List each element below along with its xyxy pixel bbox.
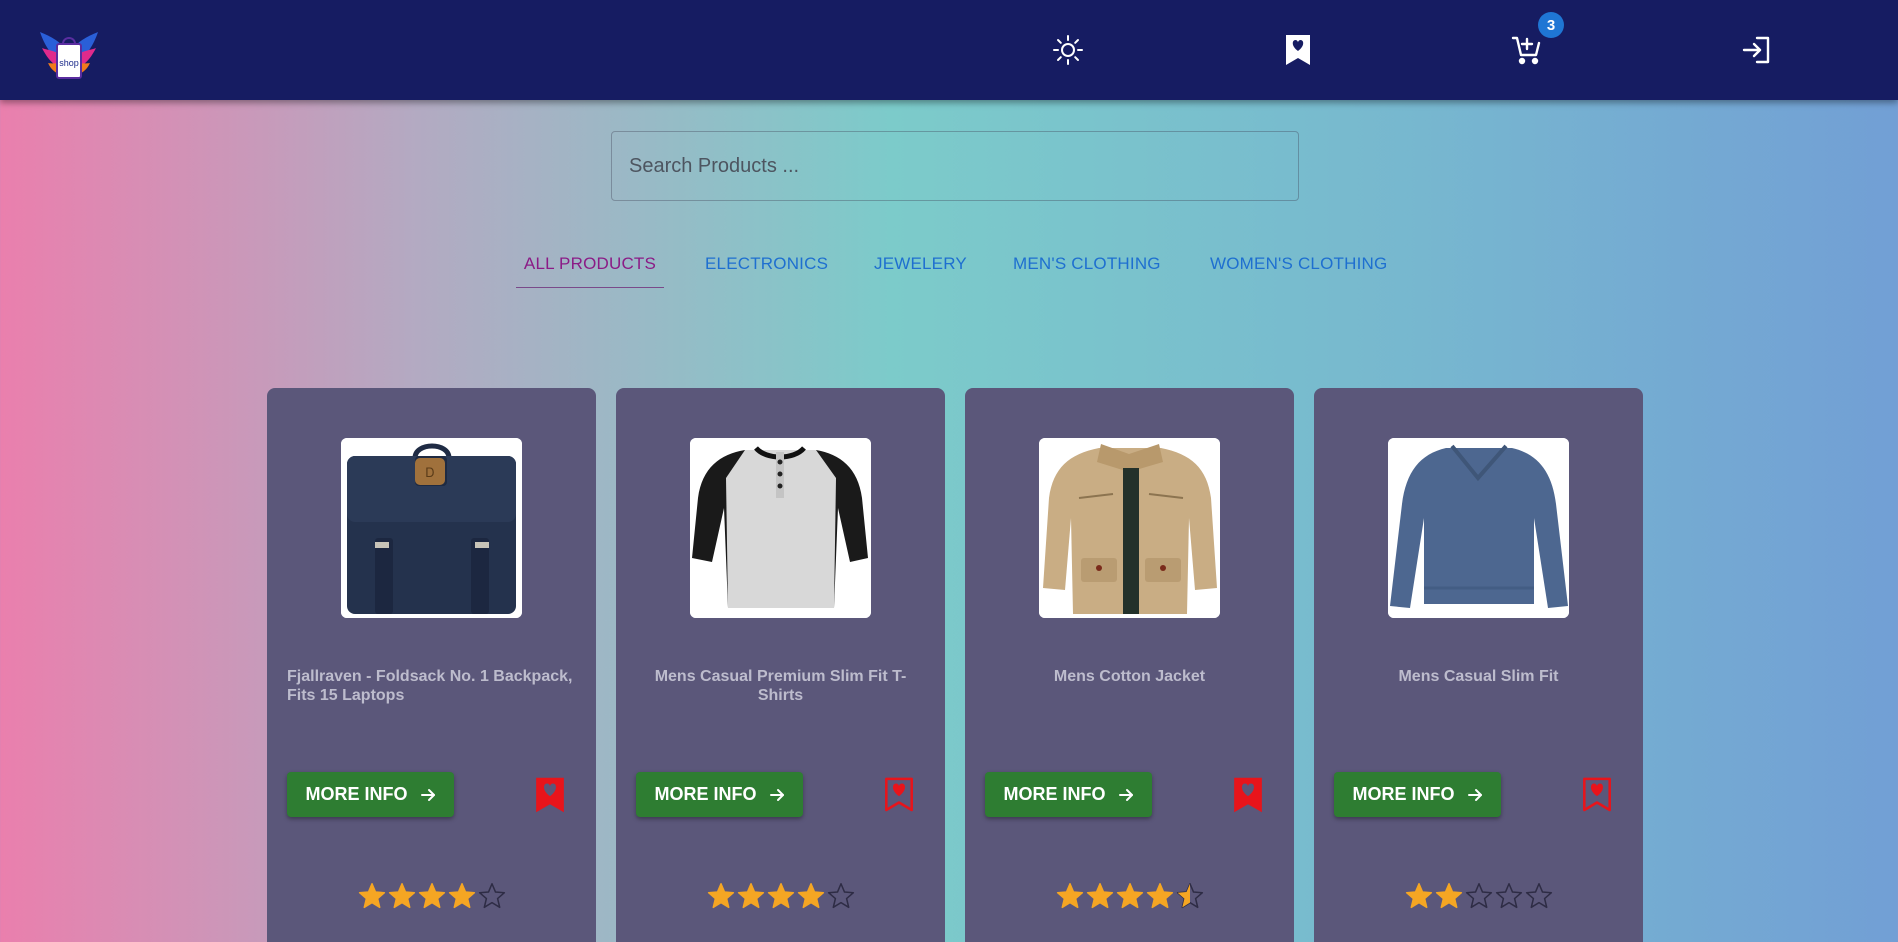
star-rating (616, 882, 945, 915)
search-input[interactable] (611, 131, 1299, 201)
product-title: Mens Casual Premium Slim Fit T-Shirts (654, 668, 907, 704)
svg-text:shop: shop (59, 58, 79, 68)
arrow-right-icon (1118, 788, 1133, 801)
star-filled-icon (707, 882, 734, 909)
star-filled-icon (358, 882, 385, 909)
cart-plus-icon (1511, 36, 1541, 65)
more-info-button[interactable]: MORE INFO (636, 772, 803, 817)
tab-electronics[interactable]: ELECTRONICS (705, 240, 828, 288)
top-app-bar: shop 3 (0, 0, 1898, 100)
tab-womens-clothing[interactable]: WOMEN'S CLOTHING (1210, 240, 1387, 288)
product-card: Mens Cotton Jacket MORE INFO (965, 388, 1294, 942)
more-info-button[interactable]: MORE INFO (287, 772, 454, 817)
star-empty-icon (1525, 882, 1552, 909)
star-rating (1314, 882, 1643, 915)
star-filled-icon (1056, 882, 1083, 909)
cart-button[interactable] (1509, 32, 1545, 68)
svg-text:Ꭰ: Ꭰ (426, 465, 435, 480)
product-image-backpack[interactable]: Ꭰ (341, 438, 522, 618)
star-filled-icon (767, 882, 794, 909)
star-filled-icon (1146, 882, 1173, 909)
bookmark-outline-icon[interactable] (1582, 776, 1612, 814)
product-image-tshirt[interactable] (690, 438, 871, 618)
star-filled-icon (388, 882, 415, 909)
product-image-jacket[interactable] (1039, 438, 1220, 618)
product-title: Mens Cotton Jacket (1053, 668, 1206, 685)
product-title: Fjallraven - Foldsack No. 1 Backpack, Fi… (287, 668, 573, 704)
product-title: Mens Casual Slim Fit (1398, 668, 1559, 685)
sun-icon (1053, 35, 1083, 65)
login-button[interactable] (1738, 32, 1774, 68)
star-filled-icon (797, 882, 824, 909)
star-filled-icon (737, 882, 764, 909)
bookmark-filled-icon[interactable] (1233, 776, 1263, 814)
more-info-label: MORE INFO (305, 784, 408, 804)
product-card: Mens Casual Slim Fit MORE INFO (1314, 388, 1643, 942)
shop-logo[interactable]: shop (38, 28, 100, 82)
star-half-icon (1176, 882, 1203, 909)
star-filled-icon (1405, 882, 1432, 909)
more-info-label: MORE INFO (654, 784, 757, 804)
star-filled-icon (1116, 882, 1143, 909)
star-empty-icon (827, 882, 854, 909)
tab-jewelery[interactable]: JEWELERY (874, 240, 967, 288)
product-image-shirt[interactable] (1388, 438, 1569, 618)
bookmark-heart-icon (1286, 35, 1310, 65)
product-card: Ꭰ Fjallraven - Foldsack No. 1 Backpack, … (267, 388, 596, 942)
category-tabs: ALL PRODUCTS ELECTRONICS JEWELERY MEN'S … (0, 240, 1898, 288)
theme-toggle-button[interactable] (1050, 32, 1086, 68)
more-info-label: MORE INFO (1003, 784, 1106, 804)
star-empty-icon (478, 882, 505, 909)
star-filled-icon (418, 882, 445, 909)
arrow-right-icon (420, 788, 435, 801)
login-icon (1742, 36, 1770, 64)
arrow-right-icon (1467, 788, 1482, 801)
bookmark-outline-icon[interactable] (884, 776, 914, 814)
more-info-label: MORE INFO (1352, 784, 1455, 804)
star-rating (267, 882, 596, 915)
bookmark-filled-icon[interactable] (535, 776, 565, 814)
bookmarks-button[interactable] (1280, 32, 1316, 68)
star-filled-icon (1086, 882, 1113, 909)
tab-mens-clothing[interactable]: MEN'S CLOTHING (1013, 240, 1161, 288)
more-info-button[interactable]: MORE INFO (1334, 772, 1501, 817)
star-filled-icon (448, 882, 475, 909)
product-card: Mens Casual Premium Slim Fit T-Shirts MO… (616, 388, 945, 942)
star-rating (965, 882, 1294, 915)
tab-all-products[interactable]: ALL PRODUCTS (516, 240, 664, 288)
cart-count-badge: 3 (1538, 12, 1564, 38)
star-empty-icon (1465, 882, 1492, 909)
arrow-right-icon (769, 788, 784, 801)
more-info-button[interactable]: MORE INFO (985, 772, 1152, 817)
star-filled-icon (1435, 882, 1462, 909)
star-empty-icon (1495, 882, 1522, 909)
